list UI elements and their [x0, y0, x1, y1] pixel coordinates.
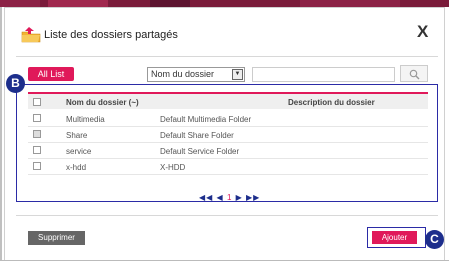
row-checkbox[interactable] [33, 130, 41, 138]
filter-select[interactable]: Nom du dossier ▼ [147, 67, 245, 82]
row-folder-description: Default Share Folder [160, 131, 234, 140]
chevron-down-icon[interactable]: ▼ [232, 69, 243, 80]
folder-share-icon [21, 27, 41, 43]
header-folder-name[interactable]: Nom du dossier (~) [66, 98, 139, 107]
row-folder-description: Default Multimedia Folder [160, 115, 252, 124]
row-folder-description: Default Service Folder [160, 147, 240, 156]
filter-select-value: Nom du dossier [151, 69, 215, 79]
next-page-icon[interactable]: ▶ [236, 193, 243, 202]
row-folder-name: x-hdd [66, 163, 87, 172]
top-strip [0, 0, 449, 7]
pagination: ◀◀ ◀ 1 ▶ ▶▶ [199, 193, 260, 202]
search-input[interactable] [252, 67, 395, 82]
select-all-checkbox[interactable] [33, 98, 41, 106]
table-row[interactable]: x-hdd X-HDD [28, 159, 428, 175]
dialog-title: Liste des dossiers partagés [44, 29, 178, 41]
add-button[interactable]: Ajouter [372, 231, 417, 244]
row-folder-name: Multimedia [66, 115, 105, 124]
close-icon[interactable]: X [417, 22, 428, 42]
callout-badge-c: C [425, 230, 444, 249]
row-checkbox[interactable] [33, 146, 41, 154]
header-folder-description: Description du dossier [288, 98, 375, 107]
row-folder-description: X-HDD [160, 163, 186, 172]
table-header: Nom du dossier (~) Description du dossie… [28, 92, 428, 109]
page-number[interactable]: 1 [227, 193, 232, 202]
footer-divider [16, 215, 438, 216]
last-page-icon[interactable]: ▶▶ [246, 193, 260, 202]
all-list-button[interactable]: All List [28, 67, 74, 81]
prev-page-icon[interactable]: ◀ [217, 193, 224, 202]
table-row[interactable]: service Default Service Folder [28, 143, 428, 159]
first-page-icon[interactable]: ◀◀ [199, 193, 213, 202]
row-checkbox[interactable] [33, 114, 41, 122]
title-divider [16, 56, 438, 57]
row-checkbox[interactable] [33, 162, 41, 170]
row-folder-name: service [66, 147, 92, 156]
table-row[interactable]: Share Default Share Folder [28, 127, 428, 143]
row-folder-name: Share [66, 131, 88, 140]
search-icon [409, 69, 420, 80]
table-row[interactable]: Multimedia Default Multimedia Folder [28, 111, 428, 127]
callout-badge-b: B [6, 74, 25, 93]
delete-button[interactable]: Supprimer [28, 231, 85, 245]
bottom-strip [0, 260, 449, 268]
search-button[interactable] [400, 65, 428, 82]
